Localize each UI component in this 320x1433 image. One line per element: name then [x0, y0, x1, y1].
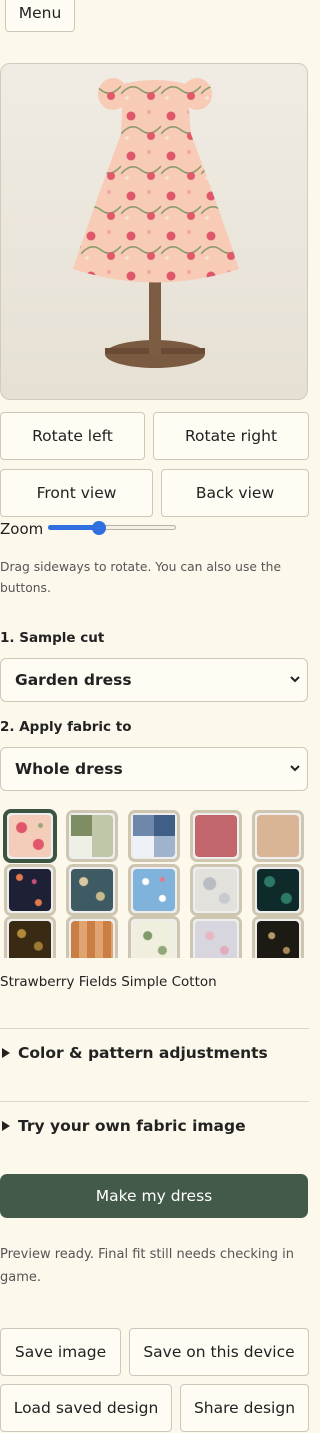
divider: [0, 1028, 309, 1029]
rotate-right-label: Rotate right: [184, 427, 278, 445]
rotate-right-button[interactable]: Rotate right: [153, 412, 309, 460]
fabric-swatch-grey-floral[interactable]: [190, 864, 242, 916]
zoom-label: Zoom: [0, 520, 44, 538]
status-message: Preview ready. Final fit still needs che…: [0, 1247, 295, 1285]
zoom-slider[interactable]: [48, 521, 176, 535]
fabric-swatch-strawberry[interactable]: [4, 810, 56, 862]
fabric-swatch-green-damask[interactable]: [252, 864, 304, 916]
save-image-button[interactable]: Save image: [0, 1328, 121, 1376]
adjustments-label: Color & pattern adjustments: [18, 1044, 268, 1062]
selected-fabric-name: Strawberry Fields Simple Cotton: [0, 974, 217, 990]
fabric-swatch-gold-paisley[interactable]: [4, 916, 56, 958]
menu-button[interactable]: Menu: [5, 0, 75, 32]
share-design-button[interactable]: Share design: [180, 1384, 309, 1432]
own-fabric-label: Try your own fabric image: [18, 1117, 246, 1135]
apply-fabric-value: Whole dress: [15, 760, 123, 778]
menu-button-label: Menu: [18, 4, 62, 22]
back-view-button[interactable]: Back view: [161, 469, 309, 517]
sample-cut-label: 1. Sample cut: [0, 630, 105, 646]
fabric-swatch-tan-solid[interactable]: [252, 810, 304, 862]
divider: [0, 1101, 309, 1102]
zoom-slider-thumb[interactable]: [92, 521, 106, 535]
make-dress-label: Make my dress: [95, 1187, 213, 1205]
rotate-left-button[interactable]: Rotate left: [0, 412, 145, 460]
disclosure-triangle-icon: [2, 1048, 10, 1058]
fabric-swatch-rose-solid[interactable]: [190, 810, 242, 862]
adjustments-toggle[interactable]: Color & pattern adjustments: [0, 1044, 268, 1062]
fabric-swatch-ivory-vine[interactable]: [128, 916, 180, 958]
fabric-swatch-blue-check[interactable]: [128, 810, 180, 862]
sample-cut-value: Garden dress: [15, 671, 132, 689]
apply-fabric-select[interactable]: Whole dress: [0, 747, 308, 791]
fabric-swatch-sky-floral[interactable]: [128, 864, 180, 916]
fabric-swatch-lilac-floral[interactable]: [190, 916, 242, 958]
chevron-down-icon: [290, 765, 300, 772]
apply-fabric-label: 2. Apply fabric to: [0, 719, 132, 735]
make-dress-button[interactable]: Make my dress: [0, 1174, 308, 1218]
save-device-label: Save on this device: [143, 1343, 295, 1361]
fabric-swatch-orange-plaid[interactable]: [66, 916, 118, 958]
dress-figure: [73, 78, 239, 368]
front-view-button[interactable]: Front view: [0, 469, 153, 517]
load-saved-button[interactable]: Load saved design: [0, 1384, 172, 1432]
rotate-hint: Drag sideways to rotate. You can also us…: [0, 560, 282, 595]
fabric-swatch-dark-floral[interactable]: [4, 864, 56, 916]
back-view-label: Back view: [195, 484, 275, 502]
rotate-left-label: Rotate left: [32, 427, 113, 445]
fabric-swatch-sage-check[interactable]: [66, 810, 118, 862]
save-device-button[interactable]: Save on this device: [129, 1328, 309, 1376]
save-image-label: Save image: [14, 1343, 107, 1361]
dress-preview-canvas: [73, 78, 239, 368]
front-view-label: Front view: [36, 484, 117, 502]
fabric-swatch-grid: [0, 808, 309, 958]
share-design-label: Share design: [193, 1399, 296, 1417]
disclosure-triangle-icon: [2, 1121, 10, 1131]
dress-preview[interactable]: [0, 63, 308, 400]
own-fabric-toggle[interactable]: Try your own fabric image: [0, 1117, 246, 1135]
chevron-down-icon: [290, 676, 300, 683]
sample-cut-select[interactable]: Garden dress: [0, 658, 308, 702]
fabric-swatch-black-floral[interactable]: [252, 916, 304, 958]
fabric-swatch-teal-floral[interactable]: [66, 864, 118, 916]
load-saved-label: Load saved design: [13, 1399, 159, 1417]
